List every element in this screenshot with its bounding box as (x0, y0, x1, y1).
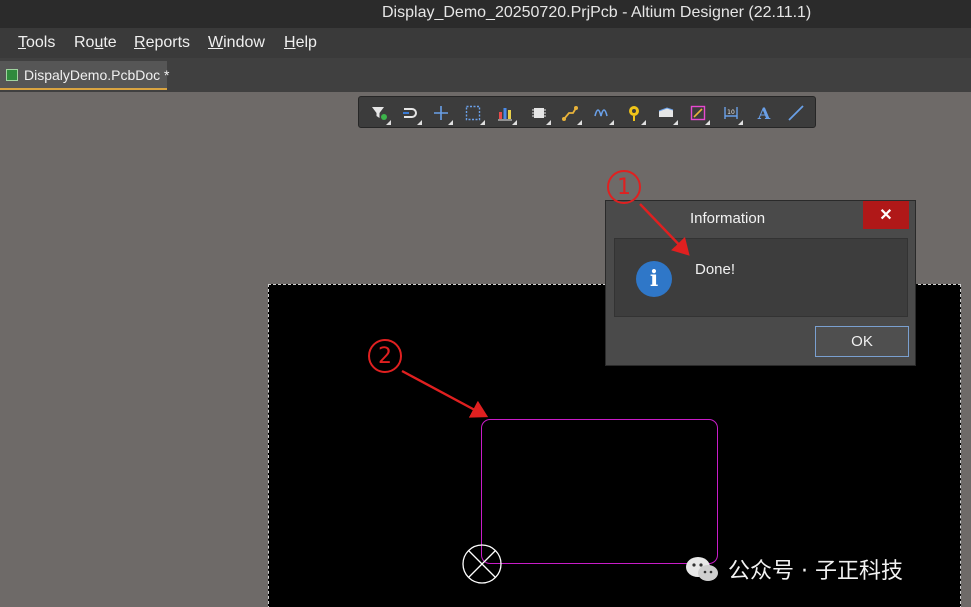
watermark: 公众号 · 子正科技 (684, 552, 903, 586)
origin-marker-icon (462, 544, 502, 584)
dimension-icon[interactable]: 10 (718, 100, 744, 126)
chart-icon[interactable] (492, 100, 518, 126)
dialog-title: Information (690, 210, 766, 227)
watermark-text: 公众号 · 子正科技 (728, 559, 903, 584)
menu-help[interactable]: Help (284, 34, 317, 52)
select-rect-icon[interactable] (460, 100, 486, 126)
dialog-message: Done! (695, 261, 736, 278)
component-icon[interactable] (526, 100, 552, 126)
place-via-icon[interactable] (621, 100, 647, 126)
dialog-body: i Done! (614, 238, 908, 317)
crosshair-icon[interactable] (428, 100, 454, 126)
menu-route[interactable]: Route (74, 34, 117, 52)
filter-icon[interactable] (366, 100, 392, 126)
menu-window[interactable]: Window (208, 34, 265, 52)
text-icon[interactable]: A (751, 100, 777, 126)
wechat-icon (686, 557, 718, 581)
line-icon[interactable] (783, 100, 809, 126)
board-outline[interactable] (481, 419, 718, 564)
close-button[interactable]: ✕ (863, 201, 909, 229)
polygon-icon[interactable] (685, 100, 711, 126)
tab-pcb-document[interactable]: DispalyDemo.PcbDoc * (0, 61, 170, 90)
fill-icon[interactable] (653, 100, 679, 126)
diff-pair-icon[interactable] (589, 100, 615, 126)
route-icon[interactable] (557, 100, 583, 126)
interactive-routing-icon[interactable] (397, 100, 423, 126)
ok-button[interactable]: OK (815, 326, 909, 357)
svg-text:A: A (757, 104, 771, 122)
close-icon: ✕ (879, 207, 893, 224)
pcb-document-icon (6, 69, 18, 81)
title-bar: Display_Demo_20250720.PrjPcb - Altium De… (0, 0, 971, 28)
document-tab-bar: DispalyDemo.PcbDoc * (0, 58, 971, 92)
annotation-marker-2: 2 (368, 339, 402, 373)
svg-text:10: 10 (727, 109, 735, 116)
menu-bar: Tools Route Reports Window Help (0, 28, 971, 58)
ok-button-label: OK (851, 333, 873, 350)
menu-tools[interactable]: Tools (18, 34, 55, 52)
annotation-marker-1: 1 (607, 170, 641, 204)
menu-reports[interactable]: Reports (134, 34, 190, 52)
tab-label: DispalyDemo.PcbDoc * (24, 67, 170, 83)
info-icon: i (636, 261, 672, 297)
active-bar-toolbar: 10 A (358, 96, 816, 128)
information-dialog: Information ✕ i Done! OK (605, 200, 916, 366)
window-title: Display_Demo_20250720.PrjPcb - Altium De… (382, 4, 812, 21)
